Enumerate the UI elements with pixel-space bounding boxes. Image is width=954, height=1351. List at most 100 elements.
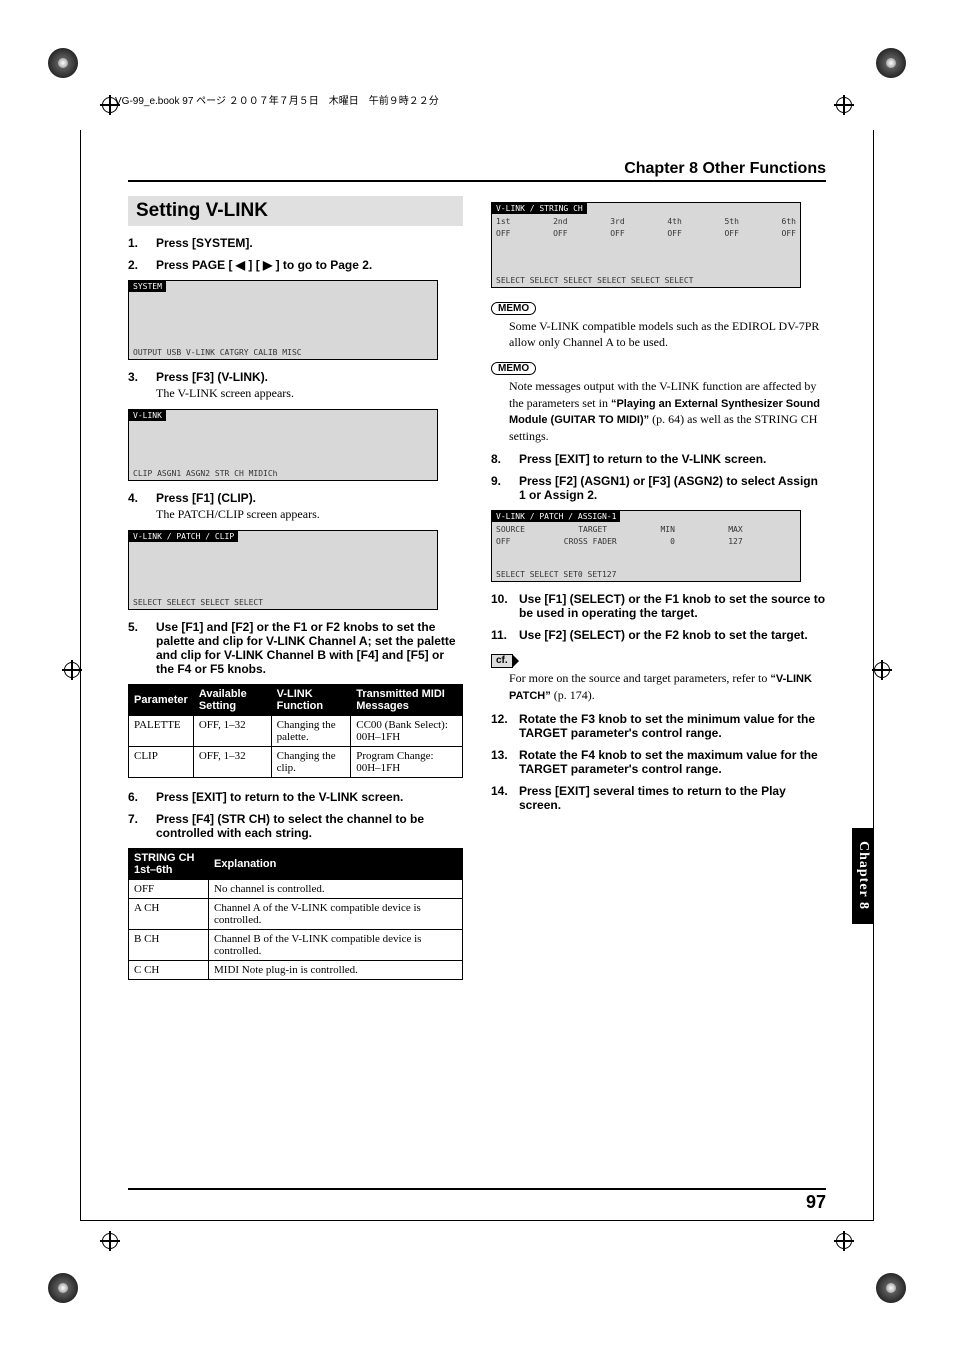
step-text: Press [F1] (CLIP). <box>156 491 256 505</box>
table-cell: A CH <box>129 899 209 930</box>
step-10: 10. Use [F1] (SELECT) or the F1 knob to … <box>491 592 826 620</box>
step-subtext: The V-LINK screen appears. <box>156 386 463 401</box>
step-number: 2. <box>128 258 156 272</box>
step-13: 13. Rotate the F4 knob to set the maximu… <box>491 748 826 776</box>
table-cell: OFF, 1–32 <box>193 716 271 747</box>
registration-mark-icon <box>834 1231 854 1251</box>
lcd-screenshot-string-ch: V-LINK / STRING CH 1st2nd3rd4th5th6th OF… <box>491 202 801 288</box>
step-number: 13. <box>491 748 519 776</box>
lcd-screenshot-system: SYSTEM OUTPUT USB V-LINK CATGRY CALIB MI… <box>128 280 438 360</box>
lcd-tab: V-LINK / PATCH / CLIP <box>129 531 238 542</box>
table-header: Explanation <box>209 849 463 880</box>
registration-mark-icon <box>872 660 892 680</box>
step-number: 11. <box>491 628 519 642</box>
cf-text: For more on the source and target parame… <box>509 670 826 704</box>
step-14: 14. Press [EXIT] several times to return… <box>491 784 826 812</box>
step-number: 10. <box>491 592 519 620</box>
step-text: Press [F3] (V-LINK). <box>156 370 268 384</box>
table-cell: Program Change: 00H–1FH <box>351 747 463 778</box>
book-metadata-line: VG-99_e.book 97 ページ ２００７年７月５日 木曜日 午前９時２２… <box>115 92 439 107</box>
table-header: Parameter <box>129 685 194 716</box>
lcd-screenshot-patch-clip: V-LINK / PATCH / CLIP SELECT SELECT SELE… <box>128 530 438 610</box>
step-subtext: The PATCH/CLIP screen appears. <box>156 507 463 522</box>
step-text: Press [F4] (STR CH) to select the channe… <box>156 812 424 840</box>
step-number: 7. <box>128 812 156 840</box>
table-row: OFF No channel is controlled. <box>129 880 463 899</box>
lcd-tab: V-LINK <box>129 410 166 421</box>
table-row: A CH Channel A of the V-LINK compatible … <box>129 899 463 930</box>
table-cell: MIDI Note plug-in is controlled. <box>209 961 463 980</box>
print-mark-icon <box>876 1273 906 1303</box>
memo-text: Note messages output with the V-LINK fun… <box>509 378 826 444</box>
step-text: Rotate the F3 knob to set the minimum va… <box>519 712 815 740</box>
step-number: 14. <box>491 784 519 812</box>
step-text: Use [F1] and [F2] or the F1 or F2 knobs … <box>156 620 456 676</box>
section-title: Setting V-LINK <box>128 196 463 226</box>
table-row: B CH Channel B of the V-LINK compatible … <box>129 930 463 961</box>
step-9: 9. Press [F2] (ASGN1) or [F3] (ASGN2) to… <box>491 474 826 502</box>
step-text: Press [SYSTEM]. <box>156 236 253 250</box>
step-text: Use [F2] (SELECT) or the F2 knob to set … <box>519 628 808 642</box>
lcd-screenshot-assign: V-LINK / PATCH / ASSIGN-1 SOURCETARGETMI… <box>491 510 801 582</box>
step-2: 2. Press PAGE [ ◀ ] [ ▶ ] to go to Page … <box>128 258 463 272</box>
step-11: 11. Use [F2] (SELECT) or the F2 knob to … <box>491 628 826 642</box>
step-text: Press PAGE [ ◀ ] [ ▶ ] to go to Page 2. <box>156 258 372 272</box>
cf-badge: cf. <box>491 654 513 668</box>
cf-segment: For more on the source and target parame… <box>509 671 770 685</box>
table-cell: OFF, 1–32 <box>193 747 271 778</box>
step-text: Press [EXIT] several times to return to … <box>519 784 786 812</box>
lcd-bottom-row: OUTPUT USB V-LINK CATGRY CALIB MISC <box>133 348 433 357</box>
memo-badge: MEMO <box>491 302 536 315</box>
lcd-bottom-row: SELECT SELECT SELECT SELECT SELECT SELEC… <box>496 276 796 285</box>
table-header: V-LINK Function <box>271 685 351 716</box>
cf-label: cf. <box>496 655 508 666</box>
step-7: 7. Press [F4] (STR CH) to select the cha… <box>128 812 463 840</box>
step-4: 4. Press [F1] (CLIP). The PATCH/CLIP scr… <box>128 491 463 522</box>
table-cell: Changing the clip. <box>271 747 351 778</box>
lcd-screenshot-vlink: V-LINK CLIP ASGN1 ASGN2 STR CH MIDICh <box>128 409 438 481</box>
table-cell: Channel B of the V-LINK compatible devic… <box>209 930 463 961</box>
table-cell: Channel A of the V-LINK compatible devic… <box>209 899 463 930</box>
table-row: CLIP OFF, 1–32 Changing the clip. Progra… <box>129 747 463 778</box>
step-text: Press [F2] (ASGN1) or [F3] (ASGN2) to se… <box>519 474 818 502</box>
step-number: 4. <box>128 491 156 522</box>
step-text: Press [EXIT] to return to the V-LINK scr… <box>519 452 766 466</box>
lcd-tab: V-LINK / PATCH / ASSIGN-1 <box>492 511 620 522</box>
table-cell: B CH <box>129 930 209 961</box>
registration-mark-icon <box>100 1231 120 1251</box>
registration-mark-icon <box>834 95 854 115</box>
step-6: 6. Press [EXIT] to return to the V-LINK … <box>128 790 463 804</box>
table-header: Available Setting <box>193 685 271 716</box>
step-1: 1. Press [SYSTEM]. <box>128 236 463 250</box>
print-mark-icon <box>48 1273 78 1303</box>
string-ch-table: STRING CH 1st–6th Explanation OFF No cha… <box>128 848 463 980</box>
step-number: 3. <box>128 370 156 401</box>
step-number: 1. <box>128 236 156 250</box>
table-header: STRING CH 1st–6th <box>129 849 209 880</box>
step-5: 5. Use [F1] and [F2] or the F1 or F2 kno… <box>128 620 463 676</box>
lcd-tab: V-LINK / STRING CH <box>492 203 587 214</box>
table-header: Transmitted MIDI Messages <box>351 685 463 716</box>
step-12: 12. Rotate the F3 knob to set the minimu… <box>491 712 826 740</box>
table-cell: PALETTE <box>129 716 194 747</box>
step-number: 12. <box>491 712 519 740</box>
step-text: Use [F1] (SELECT) or the F1 knob to set … <box>519 592 825 620</box>
chapter-header-text: Chapter 8 Other Functions <box>624 160 826 177</box>
lcd-bottom-row: CLIP ASGN1 ASGN2 STR CH MIDICh <box>133 469 433 478</box>
step-3: 3. Press [F3] (V-LINK). The V-LINK scree… <box>128 370 463 401</box>
chapter-side-tab: Chapter 8 <box>852 828 874 924</box>
table-row: C CH MIDI Note plug-in is controlled. <box>129 961 463 980</box>
step-text: Rotate the F4 knob to set the maximum va… <box>519 748 818 776</box>
table-cell: OFF <box>129 880 209 899</box>
print-mark-icon <box>876 48 906 78</box>
parameter-table: Parameter Available Setting V-LINK Funct… <box>128 684 463 778</box>
print-mark-icon <box>48 48 78 78</box>
page-number: 97 <box>128 1188 826 1213</box>
table-cell: No channel is controlled. <box>209 880 463 899</box>
cf-segment: (p. 174). <box>551 688 595 702</box>
table-cell: Changing the palette. <box>271 716 351 747</box>
registration-mark-icon <box>62 660 82 680</box>
memo-text: Some V-LINK compatible models such as th… <box>509 318 826 350</box>
lcd-bottom-row: SELECT SELECT SELECT SELECT <box>133 598 433 607</box>
step-number: 6. <box>128 790 156 804</box>
